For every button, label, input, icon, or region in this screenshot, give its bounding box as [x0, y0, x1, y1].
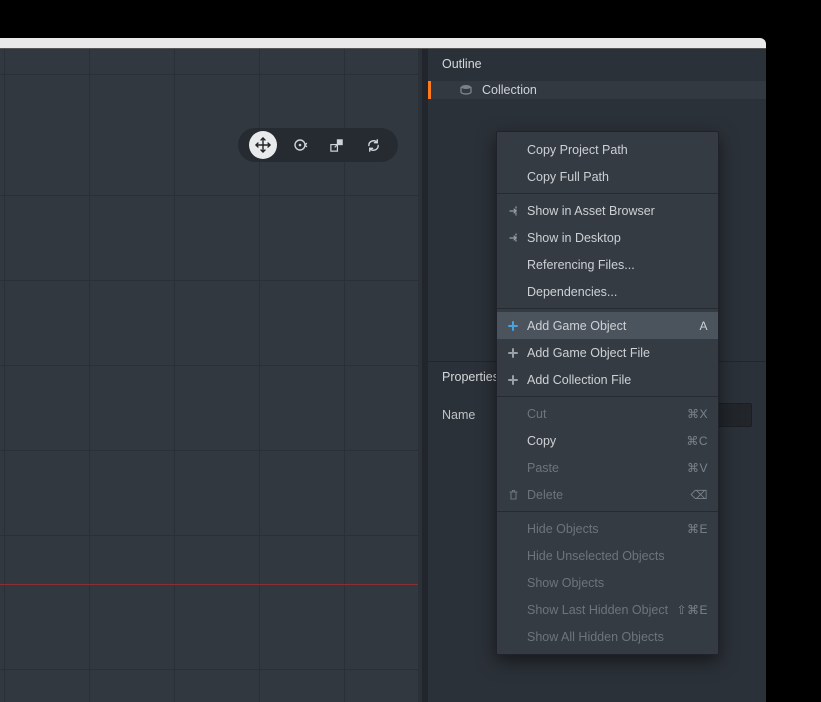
- menu-add-collection-file[interactable]: Add Collection File: [497, 366, 718, 393]
- rotate-tool-button[interactable]: [286, 131, 314, 159]
- menu-show-last-hidden-objects: Show Last Hidden Objects ⇧⌘E: [497, 596, 718, 623]
- menu-shortcut: A: [699, 319, 708, 333]
- menu-label: Show in Asset Browser: [527, 204, 708, 218]
- menu-label: Dependencies...: [527, 285, 708, 299]
- menu-label: Show All Hidden Objects: [527, 630, 708, 644]
- blank-icon: [505, 460, 521, 476]
- menu-label: Show Objects: [527, 576, 708, 590]
- menu-label: Copy: [527, 434, 678, 448]
- menu-hide-objects: Hide Objects ⌘E: [497, 515, 718, 542]
- menu-show-all-hidden-objects: Show All Hidden Objects: [497, 623, 718, 650]
- menu-shortcut: ⇧⌘E: [676, 603, 708, 617]
- blank-icon: [505, 575, 521, 591]
- menu-shortcut: ⌘E: [687, 522, 708, 536]
- plus-icon: [505, 372, 521, 388]
- goto-icon: [505, 203, 521, 219]
- menu-label: Delete: [527, 488, 683, 502]
- blank-icon: [505, 169, 521, 185]
- viewport-toolbar: [238, 128, 398, 162]
- outline-panel-title: Outline: [428, 49, 766, 79]
- trash-icon: [505, 487, 521, 503]
- blank-icon: [505, 257, 521, 273]
- menu-label: Copy Project Path: [527, 143, 708, 157]
- menu-label: Show in Desktop: [527, 231, 708, 245]
- menu-label: Referencing Files...: [527, 258, 708, 272]
- menu-hide-unselected-objects: Hide Unselected Objects: [497, 542, 718, 569]
- scale-tool-button[interactable]: [323, 131, 351, 159]
- plus-icon: [505, 318, 521, 334]
- move-tool-button[interactable]: [249, 131, 277, 159]
- menu-shortcut: ⌘X: [687, 407, 708, 421]
- menu-copy-project-path[interactable]: Copy Project Path: [497, 136, 718, 163]
- property-label-name: Name: [442, 408, 502, 422]
- outline-item-label: Collection: [482, 83, 537, 97]
- menu-dependencies[interactable]: Dependencies...: [497, 278, 718, 305]
- blank-icon: [505, 433, 521, 449]
- menu-label: Add Game Object: [527, 319, 691, 333]
- selection-indicator: [428, 81, 431, 99]
- collection-icon: [458, 82, 474, 98]
- menu-label: Add Collection File: [527, 373, 708, 387]
- menu-cut: Cut ⌘X: [497, 400, 718, 427]
- menu-paste: Paste ⌘V: [497, 454, 718, 481]
- context-menu: Copy Project Path Copy Full Path Show in…: [496, 131, 719, 655]
- menu-delete: Delete ⌫: [497, 481, 718, 508]
- menu-label: Copy Full Path: [527, 170, 708, 184]
- menu-label: Cut: [527, 407, 679, 421]
- menu-show-in-desktop[interactable]: Show in Desktop: [497, 224, 718, 251]
- outline-item-collection[interactable]: Collection: [428, 81, 766, 99]
- blank-icon: [505, 548, 521, 564]
- menu-separator: [497, 396, 718, 397]
- outline-tree[interactable]: Collection: [428, 81, 766, 99]
- window-titlebar: [0, 38, 766, 48]
- menu-label: Add Game Object File: [527, 346, 708, 360]
- menu-separator: [497, 511, 718, 512]
- blank-icon: [505, 406, 521, 422]
- menu-label: Hide Objects: [527, 522, 679, 536]
- menu-add-game-object[interactable]: Add Game Object A: [497, 312, 718, 339]
- goto-icon: [505, 230, 521, 246]
- menu-shortcut: ⌫: [691, 488, 708, 502]
- blank-icon: [505, 284, 521, 300]
- menu-separator: [497, 308, 718, 309]
- menu-copy-full-path[interactable]: Copy Full Path: [497, 163, 718, 190]
- menu-add-game-object-file[interactable]: Add Game Object File: [497, 339, 718, 366]
- refresh-tool-button[interactable]: [360, 131, 388, 159]
- menu-shortcut: ⌘C: [686, 434, 708, 448]
- blank-icon: [505, 521, 521, 537]
- blank-icon: [505, 142, 521, 158]
- blank-icon: [505, 629, 521, 645]
- axis-x: [0, 584, 418, 585]
- menu-shortcut: ⌘V: [687, 461, 708, 475]
- blank-icon: [505, 602, 521, 618]
- menu-label: Hide Unselected Objects: [527, 549, 708, 563]
- scene-viewport[interactable]: [0, 49, 418, 702]
- menu-separator: [497, 193, 718, 194]
- menu-label: Paste: [527, 461, 679, 475]
- menu-show-in-asset-browser[interactable]: Show in Asset Browser: [497, 197, 718, 224]
- menu-show-objects: Show Objects: [497, 569, 718, 596]
- menu-referencing-files[interactable]: Referencing Files...: [497, 251, 718, 278]
- menu-label: Show Last Hidden Objects: [527, 603, 668, 617]
- menu-copy[interactable]: Copy ⌘C: [497, 427, 718, 454]
- plus-icon: [505, 345, 521, 361]
